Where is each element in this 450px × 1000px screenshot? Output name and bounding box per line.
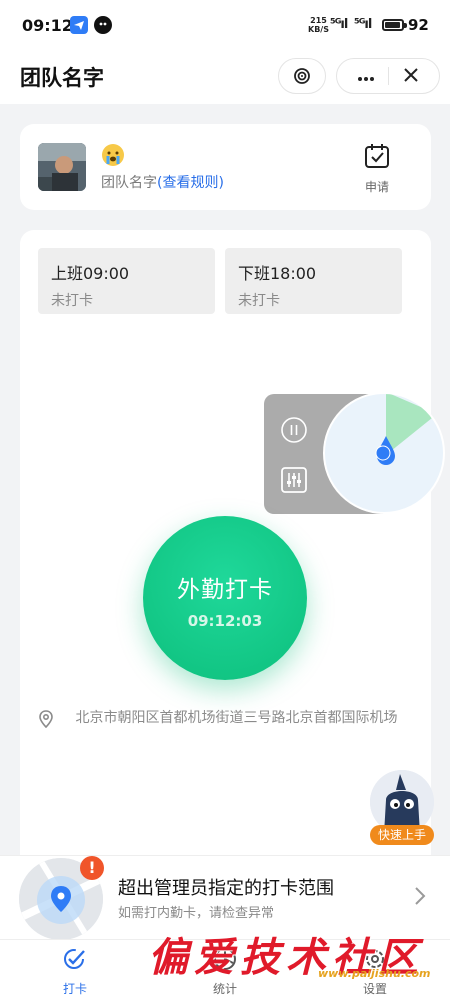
nav-bar: 团队名字 <box>0 52 450 104</box>
sliders-icon[interactable] <box>280 466 308 498</box>
shift-end-card[interactable]: 下班18:00 未打卡 <box>225 248 402 314</box>
warning-badge: ! <box>80 856 104 880</box>
signal-icon-2: ⁵ᴳıl <box>354 17 372 32</box>
location-map-bubble[interactable] <box>323 392 445 514</box>
tab-stats-label: 统计 <box>212 982 237 996</box>
pause-icon[interactable] <box>280 416 308 448</box>
target-icon <box>294 68 310 84</box>
bottom-tab-bar: 打卡 统计 设置 <box>0 939 450 1000</box>
field-punch-button[interactable]: 外勤打卡 09:12:03 <box>143 516 307 680</box>
view-rules-link[interactable]: (查看规则) <box>157 175 224 191</box>
telegram-app-icon <box>70 16 88 34</box>
checkin-icon <box>64 949 85 969</box>
network-speed: 215 KB/S <box>308 16 329 34</box>
tab-punch-label: 打卡 <box>62 982 87 996</box>
apply-label: 申请 <box>364 180 389 194</box>
stats-icon <box>214 948 236 970</box>
team-name: 团队名字(查看规则) <box>101 175 224 191</box>
page-title: 团队名字 <box>20 66 104 90</box>
punch-label: 外勤打卡 <box>177 577 273 603</box>
more-icon[interactable] <box>351 67 381 86</box>
shift-end-status: 未打卡 <box>238 293 280 309</box>
punch-time: 09:12:03 <box>187 612 263 630</box>
gear-icon <box>366 950 384 968</box>
capsule-menu <box>336 58 440 94</box>
close-icon[interactable] <box>396 67 426 86</box>
team-card: 团队名字(查看规则) 申请 <box>20 124 431 210</box>
status-bar: 09:12 215 KB/S ⁵ᴳıl ⁵ᴳıl 92 <box>0 0 450 52</box>
tab-stats[interactable]: 统计 <box>180 946 270 997</box>
target-button[interactable] <box>278 58 326 94</box>
current-address: 北京市朝阳区首都机场街道三号路北京首都国际机场 <box>75 710 398 726</box>
wechat-app-icon <box>94 16 112 34</box>
apply-button[interactable]: 申请 <box>354 142 400 195</box>
tab-settings-label: 设置 <box>362 982 387 996</box>
shift-end-time: 下班18:00 <box>238 264 317 283</box>
status-time: 09:12 <box>22 16 73 35</box>
battery-icon <box>382 19 407 31</box>
chevron-right-icon <box>414 886 426 910</box>
banner-title: 超出管理员指定的打卡范围 <box>118 878 334 899</box>
divider <box>387 67 389 85</box>
shift-start-status: 未打卡 <box>51 293 93 309</box>
battery-level: 92 <box>408 16 429 34</box>
shift-start-time: 上班09:00 <box>51 264 130 283</box>
tab-settings[interactable]: 设置 <box>330 946 420 997</box>
calendar-check-icon <box>365 144 389 168</box>
crying-face-icon <box>102 144 124 166</box>
team-avatar[interactable] <box>38 143 86 191</box>
quick-start-label: 快速上手 <box>370 825 434 845</box>
signal-icon: ⁵ᴳıl <box>330 17 348 32</box>
out-of-range-banner[interactable]: ! 超出管理员指定的打卡范围 如需打内勤卡，请检查异常 <box>0 855 450 940</box>
tab-punch[interactable]: 打卡 <box>30 946 120 997</box>
shift-start-card[interactable]: 上班09:00 未打卡 <box>38 248 215 314</box>
quick-start-button[interactable]: 快速上手 <box>368 770 436 846</box>
banner-subtitle: 如需打内勤卡，请检查异常 <box>118 906 275 921</box>
